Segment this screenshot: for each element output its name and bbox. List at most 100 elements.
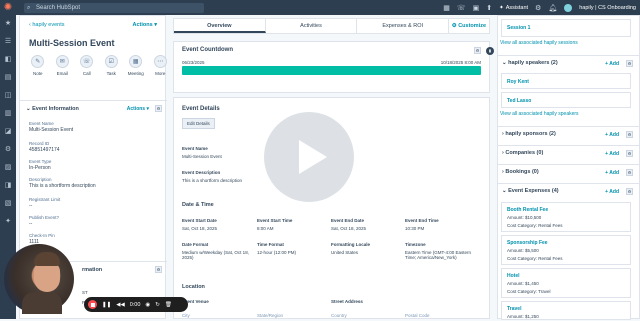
gear-icon[interactable]: ⚙ [155, 105, 162, 112]
contacts-icon[interactable]: ☰ [0, 33, 16, 51]
section-toggle[interactable]: ⌄ Event Information [26, 106, 79, 112]
gear-icon[interactable]: ⚙ [626, 169, 633, 176]
search-icon: ⌕ [27, 5, 31, 11]
commerce-icon[interactable]: ▥ [0, 105, 16, 123]
sales-icon[interactable]: ◫ [0, 87, 16, 105]
call-icon: ☏ [80, 55, 94, 68]
note-button[interactable]: ✎ Note [29, 55, 47, 76]
sponsors-toggle[interactable]: › hapily sponsors (2) [502, 131, 556, 137]
stop-record-button[interactable] [88, 300, 97, 309]
settings-icon[interactable]: ⚙ [535, 4, 541, 12]
view-sessions-link[interactable]: View all associated hapily sessions [500, 40, 578, 46]
hubspot-logo-icon[interactable]: ✺ [0, 0, 16, 15]
expense-card[interactable]: Sponsorship Fee Amount: $5,500 Cost Cate… [501, 235, 631, 265]
countdown-card: Event Countdown ⚙ 06/23/2025 10/18/2025 … [173, 41, 490, 93]
apps-icon[interactable]: ✦ [0, 213, 16, 231]
top-bar: ✺ ⌕ Search HubSpot ▦ ☏ ▣ ⬆ ✦ Assistant ⚙ 🔔… [0, 0, 640, 15]
prop-record-id[interactable]: Record ID 45851497174 [29, 141, 60, 153]
add-company-button[interactable]: + Add [605, 151, 619, 157]
add-speaker-button[interactable]: + Add [605, 61, 619, 67]
trash-icon[interactable]: 🗑︎ [165, 302, 172, 308]
prop-event-type[interactable]: Event Type In-Person [29, 159, 51, 171]
expense-card[interactable]: Hotel Amount: $1,450 Cost Category: Trav… [501, 268, 631, 298]
companies-toggle[interactable]: › Companies (0) [502, 150, 543, 156]
email-button[interactable]: ✉ Email [54, 55, 72, 76]
actions-dropdown[interactable]: Actions ▾ [133, 22, 157, 28]
gear-icon[interactable]: ⚙ [626, 188, 633, 195]
quick-actions: ✎ Note ✉ Email ☏ Call ☑ Task ▦ Meeting ⋯ More [29, 55, 169, 76]
automation-icon[interactable]: ⚙ [0, 141, 16, 159]
bookings-toggle[interactable]: › Bookings (0) [502, 169, 539, 175]
expense-card[interactable]: Travel Amount: $1,250 [501, 301, 631, 320]
record-tabs: Overview Activities Expenses & ROI ⚙ Cus… [173, 18, 490, 34]
sidebar-toggle-icon[interactable]: ▮ [486, 47, 494, 55]
grid-icon[interactable]: ▦ [443, 4, 450, 12]
restart-icon[interactable]: ↻ [155, 302, 160, 308]
camera-toggle-icon[interactable]: ◉ [145, 302, 150, 308]
meeting-icon: ▦ [129, 55, 143, 68]
view-speakers-link[interactable]: View all associated hapily speakers [500, 111, 579, 117]
back-link[interactable]: ‹ hapily events [29, 22, 64, 28]
add-expense-button[interactable]: + Add [605, 189, 619, 195]
prop-registrant-limit[interactable]: Registrant Limit -- [29, 197, 60, 209]
recording-controls: ❚❚ ◀◀ 0:00 ◉ ↻ 🗑︎ [84, 297, 188, 312]
edit-details-button[interactable]: Edit Details [182, 118, 215, 129]
upgrade-icon[interactable]: ⬆ [486, 4, 492, 12]
note-icon: ✎ [31, 55, 45, 68]
expenses-toggle[interactable]: ⌄ Event Expenses (4) [502, 188, 559, 194]
gear-icon[interactable]: ⚙ [626, 60, 633, 67]
search-input[interactable]: ⌕ Search HubSpot [24, 3, 204, 13]
bell-icon[interactable]: 🔔︎ [548, 4, 557, 12]
phone-icon[interactable]: ☏ [457, 4, 466, 12]
gear-icon: ⚙ [451, 23, 457, 29]
call-button[interactable]: ☏ Call [78, 55, 96, 76]
assistant-button[interactable]: ✦ Assistant [499, 5, 528, 11]
add-sponsor-button[interactable]: + Add [605, 132, 619, 138]
prop-description[interactable]: Description This is a shortform descripti… [29, 177, 96, 189]
sparkle-icon: ✦ [499, 4, 504, 11]
play-icon [299, 140, 327, 174]
tab-activities[interactable]: Activities [266, 19, 358, 33]
email-icon: ✉ [55, 55, 69, 68]
tab-overview[interactable]: Overview [174, 19, 266, 33]
service-icon[interactable]: ◪ [0, 123, 16, 141]
prop-event-name[interactable]: Event Name Multi-Session Event [29, 121, 73, 133]
countdown-progress [182, 66, 481, 75]
more-icon: ⋯ [153, 55, 167, 68]
avatar[interactable] [564, 3, 573, 12]
reporting-icon[interactable]: ▨ [0, 159, 16, 177]
gear-icon[interactable]: ⚙ [626, 150, 633, 157]
speaker-card[interactable]: Roy Kent [501, 73, 631, 89]
meeting-button[interactable]: ▦ Meeting [127, 55, 145, 76]
elapsed-time: 0:00 [129, 301, 141, 308]
data-icon[interactable]: ◨ [0, 177, 16, 195]
rewind-icon[interactable]: ◀◀ [116, 302, 124, 308]
stop-icon [90, 302, 95, 307]
section-actions[interactable]: Actions ▾ [127, 106, 149, 112]
webcam-bubble[interactable] [4, 244, 74, 314]
tab-expenses-roi[interactable]: Expenses & ROI [357, 19, 450, 33]
gear-icon[interactable]: ⚙ [626, 131, 633, 138]
customize-button[interactable]: ⚙ Customize [452, 23, 486, 29]
content-icon[interactable]: ▤ [0, 69, 16, 87]
prop-publish-event[interactable]: Publish Event? -- [29, 215, 59, 227]
bookmark-icon[interactable]: ★ [0, 15, 16, 33]
library-icon[interactable]: ▧ [0, 195, 16, 213]
add-booking-button[interactable]: + Add [605, 170, 619, 176]
session-card[interactable]: Session 1 [501, 19, 631, 37]
speaker-card[interactable]: Ted Lasso [501, 92, 631, 108]
marketing-icon[interactable]: ◧ [0, 51, 16, 69]
more-button[interactable]: ⋯ More [152, 55, 170, 76]
record-title: Multi-Session Event [29, 38, 115, 48]
right-panel: Session 1 View all associated hapily ses… [497, 15, 640, 320]
task-icon: ☑ [104, 55, 118, 68]
pause-icon[interactable]: ❚❚ [102, 302, 111, 308]
gear-icon[interactable]: ⚙ [474, 47, 481, 54]
store-icon[interactable]: ▣ [473, 4, 480, 12]
speakers-toggle[interactable]: ⌄ hapily speakers (2) [502, 60, 558, 66]
video-play-button[interactable] [264, 112, 354, 202]
account-menu[interactable]: hapily | CS Onboarding [579, 5, 636, 11]
task-button[interactable]: ☑ Task [103, 55, 121, 76]
gear-icon[interactable]: ⚙ [155, 266, 162, 273]
expense-card[interactable]: Booth Rental Fee Amount: $10,500 Cost Ca… [501, 202, 631, 232]
